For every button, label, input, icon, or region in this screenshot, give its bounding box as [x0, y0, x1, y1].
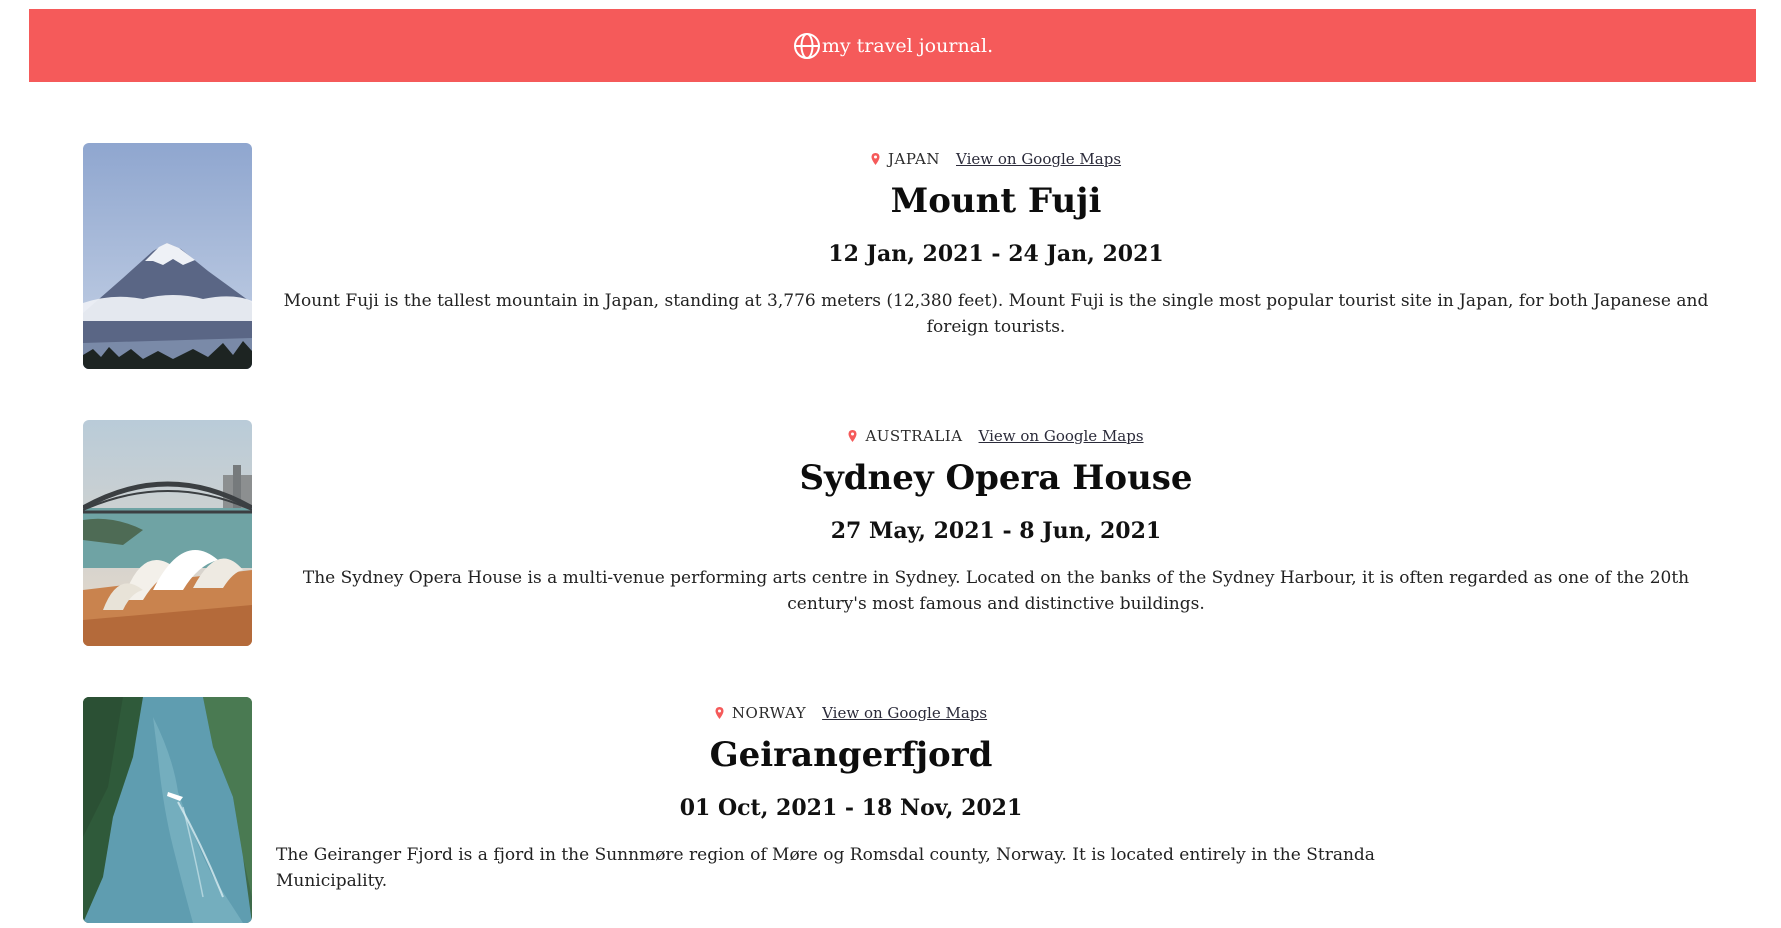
globe-icon — [792, 31, 822, 61]
entry-meta: JAPAN View on Google Maps — [871, 148, 1121, 170]
google-maps-link[interactable]: View on Google Maps — [979, 427, 1144, 445]
brand-text: my travel journal. — [821, 34, 994, 57]
entry-title: Mount Fuji — [890, 181, 1102, 221]
entry-content: NORWAY View on Google Maps Geirangerfjor… — [276, 697, 1426, 894]
google-maps-link[interactable]: View on Google Maps — [822, 704, 987, 722]
entry-description: The Sydney Opera House is a multi-venue … — [302, 568, 1690, 614]
brand[interactable]: my travel journal. — [792, 31, 993, 61]
entry-content: AUSTRALIA View on Google Maps Sydney Ope… — [276, 420, 1716, 617]
entry-dates: 12 Jan, 2021 - 24 Jan, 2021 — [828, 241, 1164, 267]
entry-country: JAPAN — [887, 150, 941, 168]
location-pin-icon — [871, 153, 880, 165]
journal-entry: JAPAN View on Google Maps Mount Fuji 12 … — [83, 143, 1723, 369]
journal-entry: AUSTRALIA View on Google Maps Sydney Ope… — [83, 420, 1723, 646]
entry-content: JAPAN View on Google Maps Mount Fuji 12 … — [276, 143, 1716, 340]
entry-country: NORWAY — [731, 704, 807, 722]
app-header: my travel journal. — [29, 9, 1756, 82]
entry-meta: AUSTRALIA View on Google Maps — [848, 425, 1144, 447]
entry-photo-geirangerfjord — [83, 697, 252, 923]
google-maps-link[interactable]: View on Google Maps — [956, 150, 1121, 168]
entry-dates: 27 May, 2021 - 8 Jun, 2021 — [830, 518, 1162, 544]
journal-entry: NORWAY View on Google Maps Geirangerfjor… — [83, 697, 1723, 923]
location-pin-icon — [848, 430, 857, 442]
entry-description: Mount Fuji is the tallest mountain in Ja… — [283, 291, 1709, 337]
location-pin-icon — [715, 707, 724, 719]
entry-photo-mount-fuji — [83, 143, 252, 369]
entry-title: Geirangerfjord — [709, 735, 993, 775]
entry-description: The Geiranger Fjord is a fjord in the Su… — [276, 845, 1375, 891]
entry-country: AUSTRALIA — [865, 427, 963, 445]
entry-photo-sydney-opera-house — [83, 420, 252, 646]
entry-meta: NORWAY View on Google Maps — [715, 702, 987, 724]
entry-title: Sydney Opera House — [799, 458, 1193, 498]
entry-dates: 01 Oct, 2021 - 18 Nov, 2021 — [679, 795, 1023, 821]
